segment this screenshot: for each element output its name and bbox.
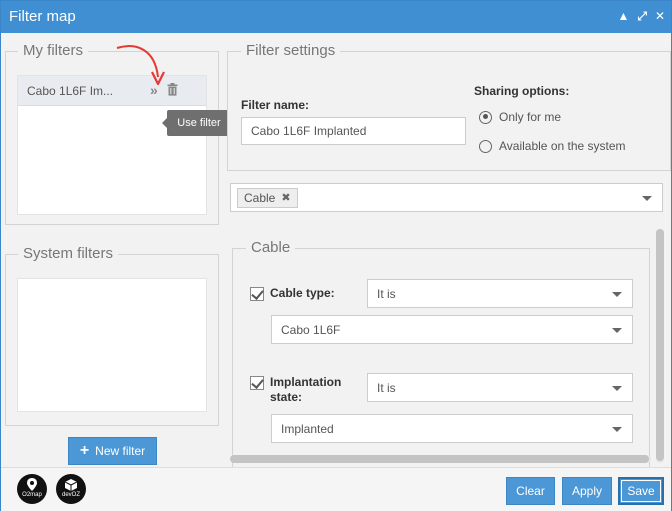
close-icon[interactable]: ✕ [655, 8, 665, 24]
filter-map-dialog: Filter map ▲ ⤢ ✕ My filters Cabo 1L6F Im… [0, 0, 672, 511]
radio-label: Only for me [499, 110, 562, 124]
condition-label: Implantation state: [270, 375, 341, 405]
logo-text: devOZ [61, 492, 80, 498]
my-filters-list: Cabo 1L6F Im... » [17, 75, 207, 215]
filter-name-input[interactable]: Cabo 1L6F Implanted [241, 117, 466, 145]
new-filter-label: New filter [95, 444, 146, 458]
dialog-footer: O2map devOZ Clear Apply Save [1, 467, 671, 511]
radio-label: Available on the system [499, 139, 626, 153]
cable-legend: Cable [246, 239, 296, 256]
sharing-options-label: Sharing options: [474, 84, 570, 98]
chevron-down-icon [612, 292, 622, 297]
maximize-icon[interactable]: ⤢ [637, 8, 647, 24]
my-filters-legend: My filters [18, 42, 88, 59]
cable-type-checkbox[interactable]: Cable type: [250, 286, 335, 301]
chevron-down-icon [642, 196, 652, 201]
logo-text: O2map [22, 492, 42, 498]
collapse-icon[interactable]: ▲ [617, 8, 629, 24]
implantation-state-checkbox[interactable]: Implantation state: [250, 375, 341, 405]
tag-label: Cable [244, 191, 276, 205]
checkbox-checked[interactable] [250, 287, 264, 301]
new-filter-button[interactable]: + New filter [68, 437, 157, 465]
filter-name-label: Filter name: [241, 98, 310, 112]
filter-settings-legend: Filter settings [241, 42, 341, 59]
filter-settings-panel: Filter settings Filter name: Cabo 1L6F I… [227, 42, 671, 171]
o2map-logo: O2map [17, 474, 47, 504]
implantation-operator-select[interactable]: It is [367, 373, 633, 402]
implantation-value-select[interactable]: Implanted [271, 414, 633, 443]
chevron-down-icon [612, 427, 622, 432]
cable-type-value-select[interactable]: Cabo 1L6F [271, 315, 633, 344]
radio-indicator [479, 139, 492, 153]
radio-only-for-me[interactable]: Only for me [479, 110, 561, 124]
tag-cable: Cable ✖ [237, 188, 298, 208]
cable-type-operator-select[interactable]: It is [367, 279, 633, 308]
selected-value: Cabo 1L6F [281, 323, 341, 337]
selected-value: Implanted [281, 422, 334, 436]
window-title: Filter map [9, 8, 76, 25]
clear-button[interactable]: Clear [506, 477, 555, 505]
remove-tag-icon[interactable]: ✖ [281, 189, 290, 207]
system-filters-panel: System filters [5, 245, 219, 426]
title-bar[interactable]: Filter map ▲ ⤢ ✕ [1, 1, 671, 33]
condition-label-line1: Implantation [270, 375, 342, 389]
condition-label: Cable type: [270, 286, 335, 300]
devoz-logo: devOZ [56, 474, 86, 504]
plus-icon: + [79, 442, 90, 459]
scrollbar-thumb[interactable] [230, 455, 649, 463]
condition-label-line2: state: [270, 390, 303, 404]
window-controls: ▲ ⤢ ✕ [617, 8, 665, 24]
radio-indicator [479, 110, 492, 124]
cable-section: Cable Cable type: It is Cabo 1L6F Implan… [232, 239, 650, 468]
checkbox-checked[interactable] [250, 376, 264, 390]
save-button[interactable]: Save [618, 477, 664, 505]
filter-name: Cabo 1L6F Im... [27, 84, 114, 98]
vertical-scrollbar[interactable] [656, 229, 664, 463]
chevron-down-icon [612, 386, 622, 391]
radio-available-on-system[interactable]: Available on the system [479, 139, 626, 153]
scrollbar-thumb[interactable] [656, 229, 664, 461]
use-filter-tooltip: Use filter [162, 110, 231, 136]
annotation-arrow [116, 45, 165, 86]
apply-button[interactable]: Apply [562, 477, 612, 505]
system-filters-legend: System filters [18, 245, 119, 262]
trash-icon[interactable] [167, 83, 178, 99]
system-filters-list [17, 278, 207, 412]
selected-value: It is [377, 381, 396, 395]
chevron-down-icon [612, 328, 622, 333]
horizontal-scrollbar[interactable] [230, 455, 651, 463]
layer-select[interactable]: Cable ✖ [230, 183, 663, 212]
selected-value: It is [377, 287, 396, 301]
